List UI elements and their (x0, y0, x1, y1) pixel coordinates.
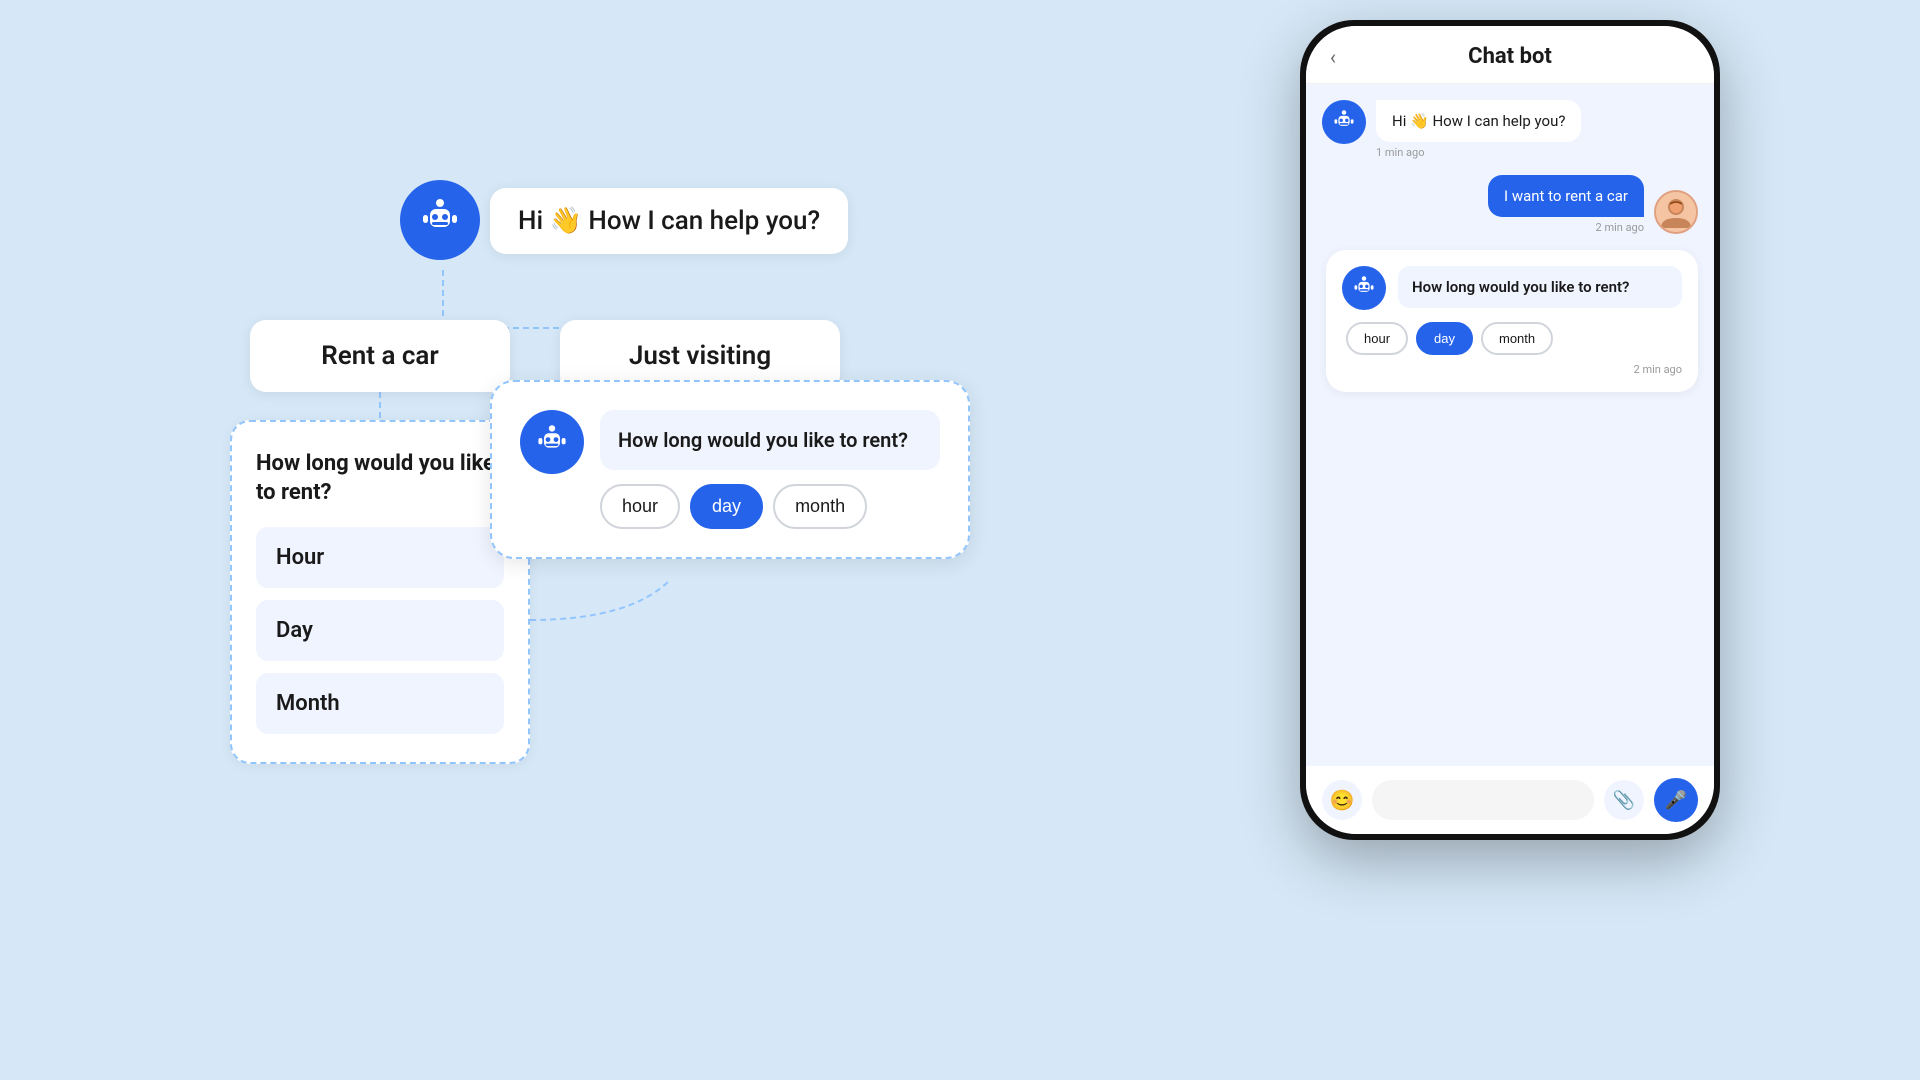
user-msg1-time: 2 min ago (1488, 221, 1644, 234)
rq-option-hour[interactable]: hour (1346, 322, 1408, 355)
popup-option-hour[interactable]: hour (600, 484, 680, 529)
rq-avatar (1342, 266, 1386, 310)
submenu-card: How long would you like to rent? Hour Da… (230, 420, 530, 764)
bot-msg1-bubble: Hi 👋 How I can help you? (1376, 100, 1581, 142)
rq-option-month[interactable]: month (1481, 322, 1553, 355)
bot-icon-svg (415, 195, 465, 245)
rq-time: 2 min ago (1342, 363, 1682, 376)
popup-question: How long would you like to rent? (600, 410, 940, 470)
mic-button[interactable]: 🎤 (1654, 778, 1698, 822)
user-message-1: I want to rent a car 2 min ago (1322, 175, 1698, 234)
popup-option-month[interactable]: month (773, 484, 867, 529)
option-rent-card[interactable]: Rent a car (250, 320, 510, 392)
bot-icon-msg1 (1330, 108, 1358, 136)
phone-screen: ‹ Chat bot (1306, 26, 1714, 834)
back-button[interactable]: ‹ (1330, 45, 1336, 69)
submenu-item-month[interactable]: Month (256, 673, 504, 734)
bot-message-1: Hi 👋 How I can help you? 1 min ago (1322, 100, 1698, 159)
phone-header: ‹ Chat bot (1306, 26, 1714, 84)
popup-options: hour day month (600, 484, 940, 529)
rq-bubble: How long would you like to rent? (1398, 266, 1682, 308)
user-avatar (1654, 190, 1698, 234)
greeting-bubble: Hi 👋 How I can help you? (490, 188, 848, 254)
bot-msg1-time: 1 min ago (1376, 146, 1698, 159)
rq-option-day[interactable]: day (1416, 322, 1473, 355)
phone-mockup: ‹ Chat bot (1300, 20, 1720, 840)
user-msg1-content: I want to rent a car 2 min ago (1488, 175, 1644, 234)
bot-avatar-msg1 (1322, 100, 1366, 144)
attach-button[interactable]: 📎 (1604, 780, 1644, 820)
user-avatar-svg (1656, 192, 1696, 232)
bot-icon-rq (1350, 274, 1378, 302)
phone-footer: 😊 📎 🎤 (1306, 766, 1714, 834)
bot-avatar-top (400, 180, 480, 260)
user-msg1-bubble: I want to rent a car (1488, 175, 1644, 217)
popup-bot-icon-svg (532, 422, 572, 462)
submenu-title: How long would you like to rent? (256, 450, 504, 507)
rq-header: How long would you like to rent? (1342, 266, 1682, 310)
phone-title: Chat bot (1468, 44, 1552, 69)
message-input[interactable] (1372, 780, 1594, 820)
rent-question-card: How long would you like to rent? hour da… (1326, 250, 1698, 392)
submenu-item-hour[interactable]: Hour (256, 527, 504, 588)
rq-options: hour day month (1342, 322, 1682, 355)
chat-area: Hi 👋 How I can help you? 1 min ago I wan… (1306, 84, 1714, 766)
popup-option-day[interactable]: day (690, 484, 763, 529)
submenu-item-day[interactable]: Day (256, 600, 504, 661)
bot-msg1-content: Hi 👋 How I can help you? 1 min ago (1376, 100, 1698, 159)
popup-bot-avatar (520, 410, 584, 474)
chat-popup: How long would you like to rent? hour da… (490, 380, 970, 559)
popup-content: How long would you like to rent? hour da… (600, 410, 940, 529)
emoji-button[interactable]: 😊 (1322, 780, 1362, 820)
